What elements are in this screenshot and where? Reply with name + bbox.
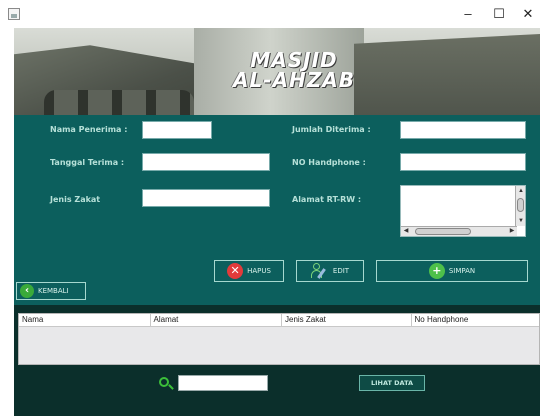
minimize-button[interactable]: –: [456, 5, 480, 23]
hapus-button-label: HAPUS: [247, 267, 271, 275]
close-button[interactable]: ✕: [516, 5, 540, 23]
tanggal-terima-label: Tanggal Terima :: [50, 158, 125, 167]
scroll-left-arrow-icon[interactable]: ◀: [402, 227, 410, 236]
jenis-zakat-label: Jenis Zakat: [50, 195, 101, 204]
form-panel: Nama Penerima : Tanggal Terima : Jenis Z…: [14, 115, 540, 305]
no-handphone-input[interactable]: [400, 153, 526, 171]
table-header: Nama Alamat Jenis Zakat No Handphone: [19, 314, 539, 327]
column-header-nama[interactable]: Nama: [19, 314, 151, 326]
alamat-label: Alamat RT-RW :: [292, 195, 362, 204]
alamat-textarea[interactable]: ▲ ▼ ◀ ▶: [400, 185, 526, 237]
simpan-button-label: SIMPAN: [448, 267, 476, 275]
horizontal-scroll-thumb[interactable]: [415, 228, 471, 235]
banner-title-line1: MASJID: [250, 48, 338, 72]
scroll-down-arrow-icon[interactable]: ▼: [517, 217, 525, 225]
banner-image: MASJID AL-AHZAB: [14, 28, 540, 115]
back-arrow-icon: ‹: [20, 284, 34, 298]
alamat-vertical-scrollbar[interactable]: ▲ ▼: [515, 186, 525, 226]
scroll-up-arrow-icon[interactable]: ▲: [517, 187, 525, 195]
edit-button[interactable]: EDIT: [296, 260, 364, 282]
lihat-data-button[interactable]: LIHAT DATA: [359, 375, 425, 391]
scroll-right-arrow-icon[interactable]: ▶: [508, 227, 516, 236]
simpan-button[interactable]: + SIMPAN: [376, 260, 528, 282]
search-input[interactable]: [178, 375, 268, 391]
plus-circle-icon: +: [428, 263, 445, 279]
no-handphone-label: NO Handphone :: [292, 158, 366, 167]
jumlah-diterima-label: Jumlah Diterima :: [292, 125, 371, 134]
banner-arches: [44, 90, 194, 115]
alamat-horizontal-scrollbar[interactable]: ◀ ▶: [401, 226, 517, 236]
kembali-button[interactable]: ‹ KEMBALI: [16, 282, 86, 300]
maximize-button[interactable]: ☐: [487, 5, 511, 23]
search-icon: [159, 377, 175, 393]
table-panel: Nama Alamat Jenis Zakat No Handphone LIH…: [14, 305, 540, 416]
column-header-no-handphone[interactable]: No Handphone: [412, 314, 540, 326]
tanggal-terima-input[interactable]: [142, 153, 270, 171]
jumlah-diterima-input[interactable]: [400, 121, 526, 139]
banner-title: MASJID AL-AHZAB: [219, 50, 369, 90]
x-circle-icon: ✕: [227, 263, 244, 279]
nama-penerima-input[interactable]: [142, 121, 212, 139]
column-header-alamat[interactable]: Alamat: [151, 314, 282, 326]
kembali-button-label: KEMBALI: [38, 287, 69, 295]
app-icon: [8, 8, 20, 20]
edit-button-label: EDIT: [332, 267, 350, 275]
hapus-button[interactable]: ✕ HAPUS: [214, 260, 284, 282]
nama-penerima-label: Nama Penerima :: [50, 125, 128, 134]
banner-building: [354, 34, 540, 115]
jenis-zakat-input[interactable]: [142, 189, 270, 207]
vertical-scroll-thumb[interactable]: [517, 198, 524, 212]
title-bar: – ☐ ✕: [0, 0, 540, 28]
banner-title-line2: AL-AHZAB: [233, 68, 355, 92]
column-header-jenis-zakat[interactable]: Jenis Zakat: [282, 314, 412, 326]
user-edit-icon: [310, 263, 329, 279]
data-table[interactable]: Nama Alamat Jenis Zakat No Handphone: [18, 313, 540, 365]
